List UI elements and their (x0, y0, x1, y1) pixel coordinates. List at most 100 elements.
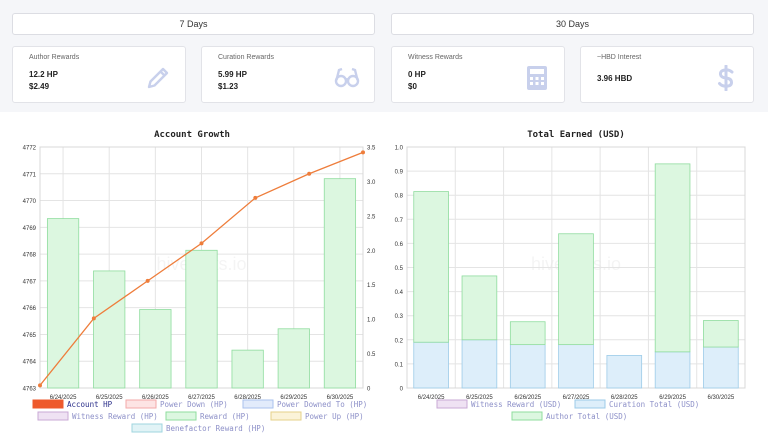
y-tick-label-left: 4764 (23, 360, 37, 366)
y-tick-label-right: 1.5 (367, 283, 376, 289)
pencil-icon (147, 67, 169, 89)
chart-title: Total Earned (USD) (527, 130, 625, 140)
x-tick-label: 6/30/2025 (708, 395, 735, 401)
y-tick-label-right: 2.5 (367, 214, 376, 220)
legend-label: Author Total (USD) (546, 412, 627, 421)
legend-label: Power Down (HP) (160, 400, 228, 409)
dollar-icon (718, 65, 734, 91)
account-growth-panel: Account Growth hivestats.io4772477147704… (0, 112, 384, 437)
y-tick-label-right: 1.0 (367, 318, 376, 324)
point-account-hp (91, 316, 96, 321)
card-value-usd: $0 (408, 82, 417, 91)
tab-30-days[interactable]: 30 Days (391, 13, 754, 35)
bar-curation-total (703, 346, 739, 389)
bar-reward-hp (277, 328, 310, 389)
author-rewards-card: Author Rewards 12.2 HP $2.49 (12, 46, 186, 103)
point-account-hp (145, 278, 150, 283)
y-tick-label-left: 4767 (23, 279, 37, 285)
y-tick-label-right: 0 (367, 387, 371, 393)
bar-curation-total (606, 355, 643, 389)
card-value-usd: $1.23 (218, 82, 239, 91)
y-tick-label-left: 4768 (23, 253, 37, 259)
y-tick-label: 0.3 (395, 314, 404, 320)
card-value-hp: 12.2 HP (29, 70, 58, 79)
bar-reward-hp (139, 309, 172, 389)
legend-label: Benefactor Reward (HP) (166, 424, 265, 433)
point-account-hp (253, 195, 258, 200)
card-label: ~HBD Interest (597, 54, 642, 61)
point-account-hp (199, 241, 204, 246)
bar-author-total (509, 321, 546, 346)
y-tick-label-left: 4763 (23, 387, 37, 393)
bar-author-total (461, 275, 498, 341)
chart-title: Account Growth (154, 130, 230, 140)
y-tick-label: 0.9 (395, 170, 404, 176)
legend-swatch (270, 411, 302, 421)
bar-reward-hp (231, 349, 264, 389)
y-tick-label: 0.8 (395, 194, 404, 200)
card-value-hp: 0 HP (408, 70, 426, 79)
point-account-hp (361, 150, 365, 155)
point-account-hp (307, 171, 312, 176)
y-tick-label: 0.4 (395, 290, 404, 296)
y-tick-label-left: 4770 (23, 199, 37, 205)
bar-author-total (558, 233, 594, 346)
bar-curation-total (413, 341, 449, 389)
y-tick-label-left: 4769 (23, 226, 37, 232)
y-tick-label: 0 (400, 387, 404, 393)
curation-rewards-card: Curation Rewards 5.99 HP $1.23 (201, 46, 375, 103)
card-label: Witness Rewards (408, 54, 463, 61)
legend-swatch (32, 399, 64, 409)
legend-label: Account HP (67, 400, 113, 409)
card-label: Curation Rewards (218, 54, 275, 61)
legend-label: Reward (HP) (200, 412, 250, 421)
legend-swatch (131, 423, 163, 433)
bar-curation-total (509, 344, 546, 389)
card-value-usd: $2.49 (29, 82, 50, 91)
y-tick-label-left: 4766 (23, 306, 37, 312)
y-tick-label: 0.5 (395, 266, 404, 272)
calculator-icon (527, 66, 547, 90)
legend-swatch (37, 411, 69, 421)
legend-label: Curation Total (USD) (609, 400, 699, 409)
legend-label: Witness Reward (USD) (471, 400, 561, 409)
bar-curation-total (461, 339, 498, 389)
y-tick-label: 0.6 (395, 242, 404, 248)
total-earned-panel: Total Earned (USD) hivestats.io1.00.90.8… (384, 112, 768, 437)
total-earned-chart: hivestats.io1.00.90.80.70.60.50.40.30.20… (395, 146, 746, 421)
y-tick-label-left: 4765 (23, 333, 37, 339)
legend-swatch (125, 399, 157, 409)
point-account-hp (38, 383, 42, 388)
bar-author-total (413, 191, 449, 343)
y-tick-label-right: 0.5 (367, 352, 376, 358)
y-tick-label-right: 2.0 (367, 249, 376, 255)
y-tick-label: 1.0 (395, 146, 404, 152)
tab-7-days[interactable]: 7 Days (12, 13, 375, 35)
y-tick-label: 0.2 (395, 338, 404, 344)
bar-reward-hp (185, 249, 218, 389)
card-value-hbd: 3.96 HBD (597, 74, 633, 83)
legend-swatch (165, 411, 197, 421)
y-tick-label: 0.7 (395, 218, 404, 224)
legend-label: Witness Reward (HP) (72, 412, 158, 421)
bar-curation-total (654, 351, 691, 389)
bar-reward-hp (323, 178, 357, 389)
y-tick-label-right: 3.5 (367, 146, 376, 152)
legend-label: Power Up (HP) (305, 412, 364, 421)
y-tick-label: 0.1 (395, 362, 404, 368)
bar-reward-hp (93, 270, 126, 389)
card-label: Author Rewards (29, 54, 80, 61)
hbd-interest-card: ~HBD Interest 3.96 HBD (580, 46, 754, 103)
account-growth-chart: hivestats.io4772477147704769476847674766… (23, 146, 376, 434)
card-value-hp: 5.99 HP (218, 70, 247, 79)
legend-swatch (574, 399, 606, 409)
bar-author-total (703, 320, 739, 348)
y-tick-label-left: 4772 (23, 146, 37, 152)
glasses-icon (334, 67, 360, 88)
bar-curation-total (558, 344, 594, 389)
y-tick-label-right: 3.0 (367, 180, 376, 186)
legend-swatch (242, 399, 274, 409)
witness-rewards-card: Witness Rewards 0 HP $0 (391, 46, 565, 103)
legend-swatch (511, 411, 543, 421)
bar-reward-hp (46, 218, 80, 389)
